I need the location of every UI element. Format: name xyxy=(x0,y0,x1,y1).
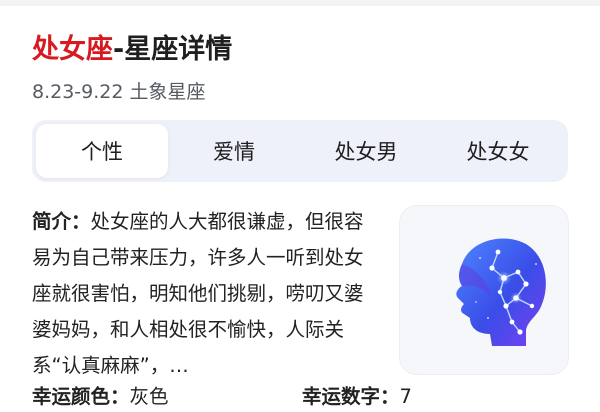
lucky-color: 幸运颜色：灰色 xyxy=(32,382,169,412)
page-title: 处女座-星座详情 xyxy=(32,34,232,66)
lucky-number: 幸运数字：7 xyxy=(302,382,412,412)
top-divider xyxy=(0,0,600,6)
tab-love[interactable]: 爱情 xyxy=(168,124,300,178)
lucky-color-label: 幸运颜色： xyxy=(32,385,130,408)
lucky-number-value: 7 xyxy=(399,385,412,408)
intro-body: 处女座的人大都很谦虚，但很容易为自己带来压力，许多人一听到处女座就很害怕，明知他… xyxy=(32,210,364,377)
date-range-subtitle: 8.23-9.22 土象星座 xyxy=(32,81,206,103)
tab-personality[interactable]: 个性 xyxy=(36,124,168,178)
tab-bar: 个性 爱情 处女男 处女女 xyxy=(32,120,568,182)
intro-label: 简介： xyxy=(32,210,91,233)
lucky-info-row: 幸运颜色：灰色 幸运数字：7 xyxy=(32,382,572,412)
sign-name: 处女座 xyxy=(32,34,113,65)
virgo-constellation-head-icon xyxy=(456,238,546,346)
lucky-color-value: 灰色 xyxy=(129,385,169,408)
title-suffix: -星座详情 xyxy=(113,34,233,65)
lucky-number-label: 幸运数字： xyxy=(302,385,400,408)
tab-virgo-female[interactable]: 处女女 xyxy=(432,124,564,178)
constellation-image-card[interactable] xyxy=(399,205,569,375)
tab-virgo-male[interactable]: 处女男 xyxy=(300,124,432,178)
intro-text: 简介：处女座的人大都很谦虚，但很容易为自己带来压力，许多人一听到处女座就很害怕，… xyxy=(32,204,372,384)
